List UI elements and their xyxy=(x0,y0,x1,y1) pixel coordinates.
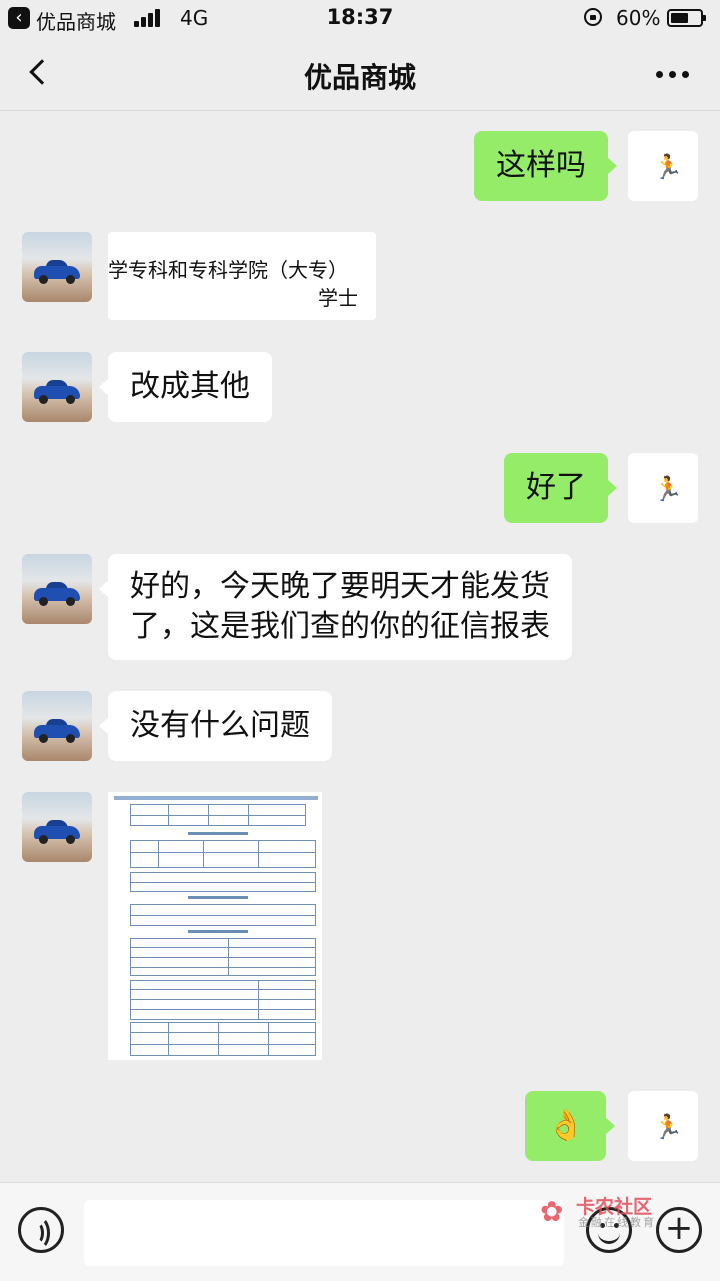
image-text-line1: 学专科和专科学院（大专） xyxy=(108,258,348,282)
outgoing-message[interactable]: 👌 xyxy=(525,1091,616,1161)
contact-avatar[interactable] xyxy=(22,232,92,302)
status-time: 18:37 xyxy=(326,5,394,29)
image-message[interactable]: 学专科和专科学院（大专） 学士 xyxy=(108,232,376,320)
image-text-line2: 学士 xyxy=(318,286,358,310)
contact-avatar[interactable] xyxy=(22,691,92,761)
watermark-logo: ✿ 卡农社区 金融在线教育 xyxy=(540,1192,660,1232)
contact-avatar[interactable] xyxy=(22,554,92,624)
watermark-subtext: 金融在线教育 xyxy=(578,1216,656,1229)
incoming-message[interactable]: 好的，今天晚了要明天才能发货 了，这是我们查的你的征信报表 xyxy=(99,554,572,660)
rotation-lock-icon xyxy=(584,8,602,26)
credit-report-image[interactable] xyxy=(108,792,322,1060)
message-text: 👌 xyxy=(547,1108,585,1143)
message-text: 这样吗 xyxy=(496,148,586,183)
my-avatar[interactable]: 🏃 xyxy=(628,453,698,523)
incoming-message[interactable]: 没有什么问题 xyxy=(99,691,332,761)
message-text-line1: 好的，今天晚了要明天才能发货 xyxy=(130,569,550,604)
more-dots-icon[interactable] xyxy=(652,71,692,79)
person-icon: 🏃 xyxy=(653,153,683,181)
battery-percent: 60% xyxy=(616,6,661,30)
status-bar: ‹ 优品商城 4G 18:37 60% xyxy=(0,0,720,36)
message-text: 改成其他 xyxy=(130,369,250,404)
chat-header: 优品商城 xyxy=(0,36,720,111)
message-text-line2: 了，这是我们查的你的征信报表 xyxy=(130,609,550,644)
message-text: 好了 xyxy=(526,470,586,505)
battery-icon xyxy=(667,9,706,27)
incoming-message[interactable]: 改成其他 xyxy=(99,352,272,422)
contact-avatar[interactable] xyxy=(22,792,92,862)
chat-title: 优品商城 xyxy=(303,61,416,94)
outgoing-message[interactable]: 好了 xyxy=(504,453,617,523)
outgoing-message[interactable]: 这样吗 xyxy=(474,131,617,201)
plus-icon[interactable]: + xyxy=(656,1207,702,1253)
contact-avatar[interactable] xyxy=(22,352,92,422)
person-icon: 🏃 xyxy=(653,475,683,503)
message-text: 没有什么问题 xyxy=(130,708,310,743)
person-icon: 🏃 xyxy=(653,1113,683,1141)
my-avatar[interactable]: 🏃 xyxy=(628,1091,698,1161)
my-avatar[interactable]: 🏃 xyxy=(628,131,698,201)
voice-icon[interactable] xyxy=(18,1207,64,1253)
watermark-icon: ✿ xyxy=(540,1195,564,1228)
message-input[interactable] xyxy=(84,1200,564,1266)
